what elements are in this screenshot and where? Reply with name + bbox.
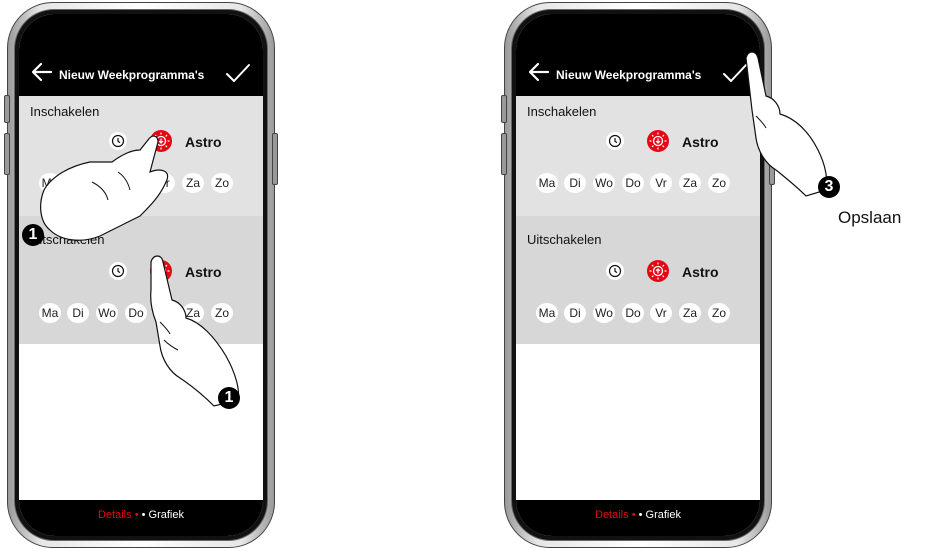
- step-badge: 1: [22, 224, 44, 246]
- pointing-hand-icon: [40, 135, 169, 241]
- pointing-hand-icon: [745, 51, 828, 197]
- step-badge: 3: [818, 176, 840, 198]
- hand-illustrations: [40, 51, 828, 407]
- save-callout-label: Opslaan: [838, 208, 902, 227]
- pointing-hand-icon: [150, 255, 240, 407]
- step-badge: 1: [218, 387, 240, 409]
